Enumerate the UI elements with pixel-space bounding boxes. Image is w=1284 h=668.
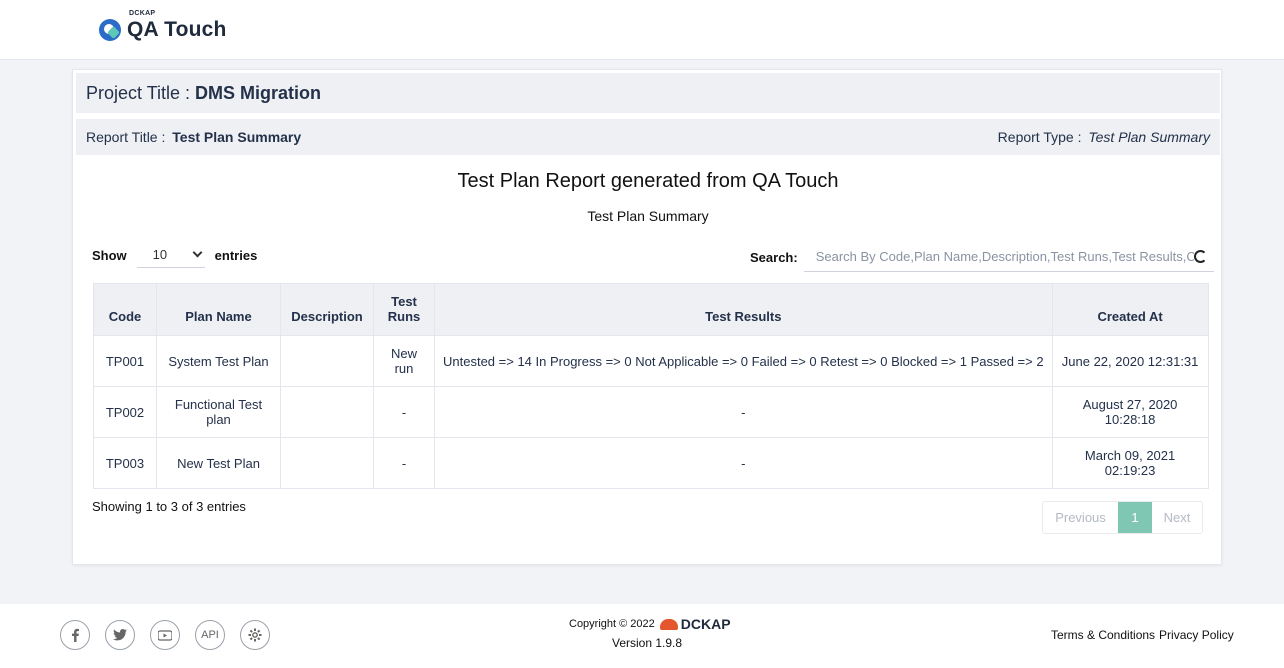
next-button[interactable]: Next: [1152, 502, 1202, 533]
column-header-description[interactable]: Description: [280, 283, 374, 336]
report-type-label: Report Type :: [997, 129, 1082, 145]
top-header: DCKAP QA Touch: [0, 0, 1284, 60]
logo-small-text: DCKAP: [129, 10, 156, 17]
cell-test-results: -: [434, 386, 1053, 438]
report-title-value: Test Plan Summary: [172, 129, 302, 145]
api-label: API: [201, 629, 219, 641]
report-card: Project Title : DMS Migration Report Tit…: [72, 69, 1222, 565]
entries-select-value: 10: [152, 247, 168, 262]
cell-plan-name: System Test Plan: [156, 335, 281, 387]
cell-code: TP003: [93, 437, 157, 489]
cell-code: TP002: [93, 386, 157, 438]
dckap-logo-text: DCKAP: [680, 616, 731, 632]
entries-select[interactable]: 10: [136, 242, 205, 268]
youtube-icon[interactable]: [150, 620, 180, 650]
search-control: Search:: [750, 242, 1214, 272]
pagination: Previous 1 Next: [1042, 501, 1203, 534]
cell-test-runs: -: [373, 437, 435, 489]
cell-created-at: March 09, 2021 02:19:23: [1051, 437, 1209, 489]
legal-links: Terms & Conditions Privacy Policy: [1051, 628, 1234, 642]
report-type: Report Type : Test Plan Summary: [998, 129, 1210, 145]
column-header-plan-name[interactable]: Plan Name: [156, 283, 281, 336]
report-title-label: Report Title :: [86, 129, 166, 145]
column-header-created-at[interactable]: Created At: [1051, 283, 1209, 336]
search-label: Search:: [750, 249, 798, 265]
table-header-row: Code Plan Name Description Test Runs Tes…: [93, 283, 1209, 336]
column-header-test-results[interactable]: Test Results: [434, 283, 1053, 336]
report-type-value: Test Plan Summary: [1088, 129, 1210, 145]
logo-text: QA Touch: [127, 18, 227, 41]
copyright-text: Copyright © 2022: [569, 618, 655, 630]
qa-touch-logo-icon: [99, 19, 121, 41]
project-title-bar: Project Title : DMS Migration: [76, 73, 1220, 113]
cell-test-runs: -: [373, 386, 435, 438]
cell-test-results: -: [434, 437, 1053, 489]
search-box: [803, 242, 1214, 272]
entries-label: entries: [214, 247, 258, 263]
project-title-value: DMS Migration: [195, 82, 322, 103]
cell-created-at: June 22, 2020 12:31:31: [1051, 335, 1209, 387]
report-heading: Test Plan Report generated from QA Touch: [457, 170, 839, 192]
report-subheading: Test Plan Summary: [587, 208, 709, 224]
social-links: API: [60, 620, 270, 650]
search-input[interactable]: [815, 249, 1194, 264]
version-text: Version 1.9.8: [612, 636, 683, 650]
previous-button[interactable]: Previous: [1043, 502, 1118, 533]
table-row: TP001 System Test Plan New run Untested …: [93, 335, 1209, 387]
twitter-icon[interactable]: [105, 620, 135, 650]
column-header-code[interactable]: Code: [93, 283, 157, 336]
report-title: Report Title : Test Plan Summary: [86, 129, 301, 145]
entries-length-control: Show 10 entries: [92, 242, 257, 268]
test-plan-table: Code Plan Name Description Test Runs Tes…: [93, 283, 1209, 489]
api-icon[interactable]: API: [195, 620, 225, 650]
copyright: Copyright © 2022 DCKAP: [569, 616, 731, 632]
refresh-icon[interactable]: [1193, 250, 1207, 263]
column-header-test-runs[interactable]: Test Runs: [373, 283, 435, 336]
cell-test-results: Untested => 14 In Progress => 0 Not Appl…: [434, 335, 1053, 387]
cell-plan-name: New Test Plan: [156, 437, 281, 489]
project-title-label: Project Title :: [86, 82, 191, 103]
cell-created-at: August 27, 2020 10:28:18: [1051, 386, 1209, 438]
cell-description: [280, 386, 374, 438]
cell-test-runs: New run: [373, 335, 435, 387]
cell-plan-name: Functional Test plan: [156, 386, 281, 438]
qa-touch-logo[interactable]: DCKAP QA Touch: [99, 10, 239, 46]
terms-link[interactable]: Terms & Conditions: [1051, 628, 1155, 642]
cell-code: TP001: [93, 335, 157, 387]
page-1-button[interactable]: 1: [1118, 502, 1152, 533]
settings-icon[interactable]: [240, 620, 270, 650]
privacy-link[interactable]: Privacy Policy: [1159, 628, 1234, 642]
entries-summary: Showing 1 to 3 of 3 entries: [92, 499, 246, 514]
table-row: TP003 New Test Plan - - March 09, 2021 0…: [93, 437, 1209, 489]
chevron-down-icon: [192, 247, 203, 258]
dckap-logo-icon: [659, 618, 678, 630]
dckap-logo: DCKAP: [659, 616, 731, 632]
cell-description: [280, 437, 374, 489]
footer: API Copyright © 2022 DCKAP Version 1.9.8…: [0, 604, 1284, 668]
show-label: Show: [92, 247, 127, 263]
report-title-bar: Report Title : Test Plan Summary Report …: [76, 119, 1220, 155]
table-row: TP002 Functional Test plan - - August 27…: [93, 386, 1209, 438]
cell-description: [280, 335, 374, 387]
facebook-icon[interactable]: [60, 620, 90, 650]
